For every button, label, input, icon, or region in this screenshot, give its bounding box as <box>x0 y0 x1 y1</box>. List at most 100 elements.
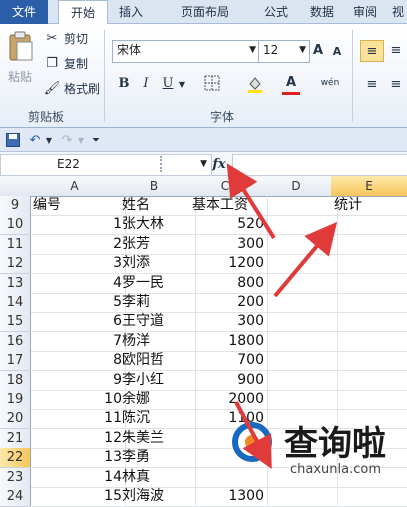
cell-b[interactable]: 朱美兰 <box>119 428 196 449</box>
cell-b[interactable]: 罗一民 <box>119 273 196 294</box>
cell-e[interactable] <box>331 351 407 372</box>
row-header[interactable]: 18 <box>0 370 31 391</box>
cell-b[interactable]: 林真 <box>119 467 196 488</box>
cell-b[interactable]: 李勇 <box>119 448 196 469</box>
tab-home[interactable]: 开始 <box>58 0 108 26</box>
chevron-down-icon[interactable]: ▼ <box>177 78 187 90</box>
chevron-down-icon[interactable]: ▼ <box>44 133 54 147</box>
cell-e[interactable] <box>331 487 407 507</box>
chevron-down-icon[interactable]: ▼ <box>299 41 306 60</box>
cell-d[interactable] <box>261 234 338 255</box>
underline-button[interactable]: U <box>160 74 176 92</box>
row-header[interactable]: 9 <box>0 196 31 216</box>
cell-a[interactable]: 1 <box>30 215 126 236</box>
cell-e[interactable] <box>331 312 407 333</box>
cell-e[interactable] <box>331 274 407 294</box>
cell-b[interactable]: 李小红 <box>119 370 196 391</box>
column-header-d[interactable]: D <box>261 176 332 197</box>
chevron-down-icon[interactable]: ▼ <box>200 155 207 174</box>
cell-d[interactable] <box>261 370 338 391</box>
chevron-down-icon[interactable]: ▼ <box>249 41 256 60</box>
cell-b[interactable]: 张芳 <box>119 234 196 255</box>
bold-button[interactable]: B <box>116 74 132 92</box>
paste-button[interactable]: 粘贴 <box>8 68 32 85</box>
tab-page-layout[interactable]: 页面布局 <box>160 0 250 24</box>
italic-button[interactable]: I <box>138 74 154 92</box>
row-header[interactable]: 11 <box>0 234 31 255</box>
cell-d[interactable] <box>261 487 338 507</box>
cell-d[interactable] <box>261 331 338 352</box>
cell-c[interactable]: 200 <box>189 293 268 313</box>
cell-d[interactable] <box>261 215 338 236</box>
cell-b[interactable]: 王守道 <box>119 312 196 333</box>
cell-b[interactable]: 刘海波 <box>119 487 196 507</box>
tab-file[interactable]: 文件 <box>0 0 48 24</box>
row-header[interactable]: 12 <box>0 254 31 275</box>
font-color-icon[interactable]: A <box>282 72 300 92</box>
customize-qat-icon[interactable]: ⏷ <box>90 133 102 147</box>
column-header-e[interactable]: E <box>331 176 407 197</box>
cell-a[interactable]: 14 <box>30 467 126 488</box>
cell-d[interactable] <box>261 254 338 275</box>
splitter-handle[interactable] <box>160 156 166 172</box>
cell-b[interactable]: 杨洋 <box>119 331 196 352</box>
tab-view[interactable]: 视 <box>388 0 407 24</box>
phonetic-guide-icon[interactable]: wén <box>318 72 342 94</box>
column-header-c[interactable]: C <box>189 176 262 197</box>
grow-font-icon[interactable]: A <box>310 40 326 61</box>
cell-a[interactable]: 3 <box>30 254 126 275</box>
align-left-icon[interactable]: ≡ <box>362 74 382 94</box>
cell-a[interactable]: 6 <box>30 312 126 333</box>
cell-c[interactable]: 800 <box>189 273 268 294</box>
cell-a[interactable]: 8 <box>30 351 126 372</box>
cell-c[interactable]: 基本工资 <box>189 196 268 216</box>
select-all-corner[interactable] <box>0 176 31 197</box>
cell-b[interactable]: 余娜 <box>119 390 196 410</box>
cell-a[interactable]: 2 <box>30 234 126 255</box>
insert-function-button[interactable]: fx <box>208 154 230 174</box>
formula-input[interactable] <box>232 154 407 176</box>
column-header-b[interactable]: B <box>119 176 190 197</box>
row-header[interactable]: 19 <box>0 390 31 410</box>
redo-icon[interactable]: ↷ <box>58 131 76 149</box>
cell-a[interactable]: 12 <box>30 428 126 449</box>
font-name-box[interactable]: 宋体 ▼ <box>112 40 260 63</box>
cell-a[interactable]: 5 <box>30 293 126 313</box>
cell-c[interactable]: 2000 <box>189 390 268 410</box>
cell-d[interactable] <box>261 273 338 294</box>
row-header[interactable]: 13 <box>0 273 31 294</box>
cell-d[interactable] <box>261 390 338 410</box>
cell-c[interactable]: 300 <box>189 234 268 255</box>
row-header[interactable]: 21 <box>0 428 31 449</box>
row-header[interactable]: 15 <box>0 312 31 333</box>
undo-icon[interactable]: ↶ <box>26 131 44 149</box>
row-header[interactable]: 16 <box>0 331 31 352</box>
cell-a[interactable]: 11 <box>30 409 126 430</box>
tab-formulas[interactable]: 公式 <box>254 0 298 24</box>
cell-b[interactable]: 张大林 <box>119 215 196 236</box>
cell-a[interactable]: 4 <box>30 273 126 294</box>
cell-d[interactable] <box>261 196 338 216</box>
align-middle-icon[interactable]: ≡ <box>386 40 406 60</box>
name-box[interactable]: E22 ▼ <box>0 154 212 176</box>
cell-a[interactable]: 13 <box>30 448 126 469</box>
fill-color-icon[interactable] <box>245 74 265 94</box>
cell-c[interactable]: 900 <box>189 370 268 391</box>
save-icon[interactable] <box>4 131 22 149</box>
chevron-down-icon[interactable]: ▼ <box>76 133 86 147</box>
cell-a[interactable]: 9 <box>30 370 126 391</box>
format-painter-button[interactable]: 格式刷 <box>64 80 100 97</box>
cell-e[interactable] <box>331 215 407 236</box>
cell-a[interactable]: 15 <box>30 487 126 507</box>
cell-e[interactable] <box>331 235 407 255</box>
row-header[interactable]: 17 <box>0 351 31 372</box>
cell-e[interactable] <box>331 293 407 313</box>
borders-icon[interactable] <box>202 74 222 92</box>
row-header[interactable]: 14 <box>0 293 31 313</box>
row-header[interactable]: 10 <box>0 215 31 236</box>
cell-d[interactable] <box>261 312 338 333</box>
cell-a[interactable]: 7 <box>30 331 126 352</box>
cell-c[interactable]: 1800 <box>189 331 268 352</box>
font-size-box[interactable]: 12 ▼ <box>258 40 310 63</box>
cell-b[interactable]: 刘添 <box>119 254 196 275</box>
